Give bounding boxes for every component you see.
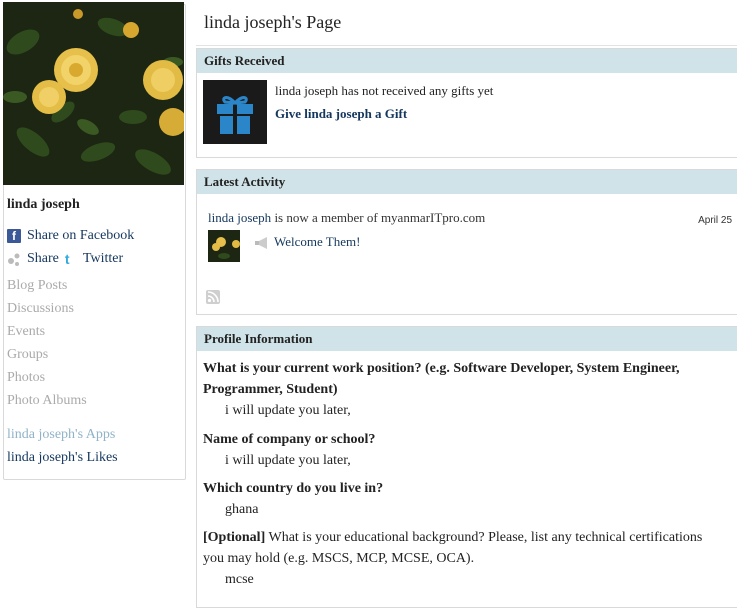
title-divider [196,45,737,46]
apps-link[interactable]: linda joseph's Apps [7,427,115,443]
share-facebook-link[interactable]: f Share on Facebook [7,228,134,244]
answer-country: ghana [225,502,259,517]
menu-blog-posts[interactable]: Blog Posts [7,278,67,294]
megaphone-icon [254,236,270,249]
activity-item: linda joseph is now a member of myanmarI… [208,210,485,226]
activity-user-thumbnail[interactable] [208,230,240,262]
profile-photo[interactable] [3,2,184,185]
menu-events[interactable]: Events [7,324,45,340]
share-row: Share t Twitter [7,251,123,267]
education-question-text: What is your educational background? Ple… [203,530,703,566]
facebook-icon: f [7,229,21,243]
profile-name: linda joseph [7,197,80,212]
profile-info-heading: Profile Information [197,327,737,351]
twitter-icon: t [64,251,70,267]
welcome-them-link[interactable]: Welcome Them! [274,234,360,250]
menu-groups[interactable]: Groups [7,347,48,363]
share-facebook-label: Share on Facebook [27,228,135,243]
optional-tag: [Optional] [203,530,266,545]
activity-user-link[interactable]: linda joseph [208,210,271,225]
answer-education: mcse [225,572,254,587]
menu-discussions[interactable]: Discussions [7,301,74,317]
share-icon [7,252,21,266]
gifts-panel: Gifts Received linda joseph has not rece… [196,48,737,158]
activity-panel: Latest Activity linda joseph is now a me… [196,169,737,315]
give-gift-link[interactable]: Give linda joseph a Gift [275,106,407,122]
question-work-position: What is your current work position? (e.g… [203,361,680,397]
profile-info-panel: Profile Information What is your current… [196,326,737,608]
question-company: Name of company or school? [203,432,376,447]
gifts-message: linda joseph has not received any gifts … [275,83,494,98]
activity-date: April 25 [698,215,732,226]
answer-company: i will update you later, [225,453,351,468]
activity-text: is now a member of myanmarITpro.com [271,210,486,225]
activity-heading: Latest Activity [197,170,737,194]
page-title: linda joseph's Page [204,12,342,32]
gifts-heading: Gifts Received [197,49,737,73]
question-country: Which country do you live in? [203,481,384,496]
answer-work-position: i will update you later, [225,403,351,418]
menu-photos[interactable]: Photos [7,370,45,386]
twitter-link[interactable]: Twitter [83,251,123,267]
likes-link[interactable]: linda joseph's Likes [7,450,118,466]
share-link[interactable]: Share [27,251,59,267]
rss-icon[interactable] [206,290,220,304]
menu-photo-albums[interactable]: Photo Albums [7,393,87,409]
gift-icon [203,80,267,144]
question-education: [Optional] What is your educational back… [203,527,723,569]
